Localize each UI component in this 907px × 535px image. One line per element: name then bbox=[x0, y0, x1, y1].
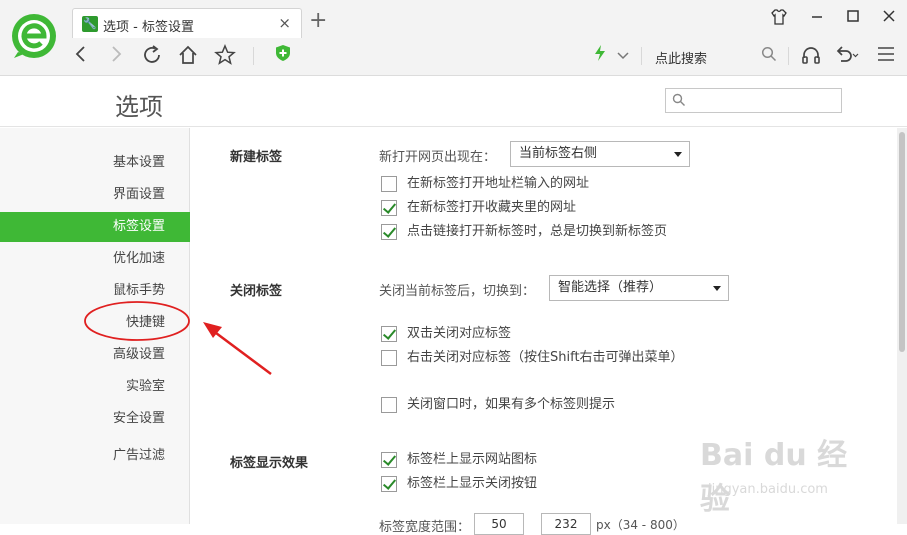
tab-title: 选项 - 标签设置 bbox=[103, 20, 194, 35]
options-search-input[interactable] bbox=[665, 88, 842, 113]
sidebar-item-interface[interactable]: 界面设置 bbox=[0, 180, 190, 210]
checkbox-label: 关闭窗口时，如果有多个标签则提示 bbox=[407, 397, 616, 412]
sidebar: 基本设置 界面设置 标签设置 优化加速 鼠标手势 快捷键 高级设置 实验室 安全… bbox=[0, 128, 190, 524]
dropdown-arrow-icon bbox=[713, 286, 721, 291]
sidebar-item-mouse-gesture[interactable]: 鼠标手势 bbox=[0, 276, 190, 306]
checkbox-label: 双击关闭对应标签 bbox=[407, 326, 512, 341]
open-position-value: 当前标签右侧 bbox=[519, 146, 598, 161]
tab-wrench-icon: 🔧 bbox=[82, 16, 98, 32]
section-title-close-tab: 关闭标签 bbox=[230, 284, 283, 299]
lightning-icon[interactable] bbox=[588, 44, 612, 68]
sidebar-item-advanced[interactable]: 高级设置 bbox=[0, 340, 190, 370]
section-title-new-tab: 新建标签 bbox=[230, 150, 283, 165]
sidebar-item-shortcuts[interactable]: 快捷键 bbox=[0, 308, 190, 338]
checkbox-label: 在新标签打开地址栏输入的网址 bbox=[407, 176, 590, 191]
checkbox-label: 标签栏上显示关闭按钮 bbox=[407, 476, 538, 491]
forward-icon[interactable] bbox=[104, 44, 128, 68]
shirt-skin-icon[interactable] bbox=[769, 8, 789, 28]
search-icon[interactable] bbox=[757, 44, 781, 68]
sidebar-item-basic[interactable]: 基本设置 bbox=[0, 148, 190, 178]
watermark-url: jingyan.baidu.com bbox=[708, 482, 828, 497]
sidebar-item-label: 实验室 bbox=[125, 379, 165, 394]
tab-width-max-input[interactable]: 232 bbox=[541, 513, 591, 535]
open-position-label: 新打开网页出现在： bbox=[379, 150, 497, 165]
sidebar-item-label: 基本设置 bbox=[112, 155, 165, 170]
switch-after-close-select[interactable]: 智能选择（推荐） bbox=[549, 275, 729, 301]
tab-close-button[interactable]: × bbox=[278, 14, 291, 32]
star-icon[interactable] bbox=[213, 44, 237, 68]
back-icon[interactable] bbox=[69, 44, 93, 68]
toolbar-separator bbox=[253, 47, 254, 65]
toolbar-separator bbox=[788, 47, 789, 65]
sidebar-item-security[interactable]: 安全设置 bbox=[0, 404, 190, 434]
menu-icon[interactable] bbox=[874, 44, 898, 68]
sidebar-item-label: 高级设置 bbox=[112, 347, 165, 362]
checkbox[interactable] bbox=[381, 326, 397, 342]
headphones-icon[interactable] bbox=[799, 44, 823, 68]
sidebar-item-label: 优化加速 bbox=[112, 251, 165, 266]
logo-e-icon[interactable] bbox=[10, 12, 58, 60]
shield-plus-icon[interactable] bbox=[271, 44, 295, 68]
sidebar-item-tabs[interactable]: 标签设置 bbox=[0, 212, 190, 242]
toolbar-separator bbox=[641, 47, 642, 65]
refresh-icon[interactable] bbox=[140, 44, 164, 68]
browser-tab[interactable]: 🔧 选项 - 标签设置 × bbox=[72, 8, 302, 38]
annotation-arrow-line bbox=[211, 328, 272, 376]
checkbox-label: 在新标签打开收藏夹里的网址 bbox=[407, 200, 577, 215]
options-header: 选项 bbox=[0, 77, 907, 127]
sidebar-item-optimize[interactable]: 优化加速 bbox=[0, 244, 190, 274]
checkbox[interactable] bbox=[381, 176, 397, 192]
sidebar-item-label: 标签设置 bbox=[112, 219, 165, 234]
open-position-select[interactable]: 当前标签右侧 bbox=[510, 141, 690, 167]
sidebar-item-label: 广告过滤 bbox=[112, 448, 165, 463]
chevron-down-icon[interactable] bbox=[611, 44, 635, 68]
search-box-placeholder[interactable]: 点此搜索 bbox=[655, 48, 707, 67]
sidebar-item-label: 鼠标手势 bbox=[112, 283, 165, 298]
page-title: 选项 bbox=[115, 93, 163, 121]
tab-width-min-input[interactable]: 50 bbox=[474, 513, 524, 535]
new-tab-button[interactable]: + bbox=[309, 9, 327, 33]
checkbox[interactable] bbox=[381, 452, 397, 468]
content-scrollbar[interactable] bbox=[897, 128, 907, 524]
annotation-arrow-head bbox=[203, 322, 222, 338]
checkbox[interactable] bbox=[381, 397, 397, 413]
switch-after-close-label: 关闭当前标签后，切换到： bbox=[379, 284, 536, 299]
scrollbar-thumb[interactable] bbox=[899, 132, 905, 352]
dropdown-arrow-icon bbox=[674, 152, 682, 157]
checkbox[interactable] bbox=[381, 476, 397, 492]
close-icon[interactable] bbox=[879, 8, 899, 28]
minimize-icon[interactable] bbox=[807, 8, 827, 28]
maximize-icon[interactable] bbox=[843, 8, 863, 28]
undo-icon[interactable] bbox=[833, 44, 859, 68]
checkbox[interactable] bbox=[381, 350, 397, 366]
sidebar-item-lab[interactable]: 实验室 bbox=[0, 372, 190, 402]
section-title-display: 标签显示效果 bbox=[230, 456, 309, 471]
home-icon[interactable] bbox=[176, 44, 200, 68]
checkbox-label: 点击链接打开新标签时，总是切换到新标签页 bbox=[407, 224, 668, 239]
checkbox-label: 右击关闭对应标签（按住Shift右击可弹出菜单） bbox=[407, 350, 684, 365]
tab-width-label: 标签宽度范围： bbox=[379, 520, 471, 535]
sidebar-item-label: 安全设置 bbox=[112, 411, 165, 426]
watermark-brand: Bai du 经验 bbox=[700, 438, 848, 517]
sidebar-item-adblock[interactable]: 广告过滤 bbox=[0, 441, 190, 471]
checkbox[interactable] bbox=[381, 224, 397, 240]
browser-chrome: 🔧 选项 - 标签设置 × + 点此搜索 bbox=[0, 0, 907, 76]
tab-width-hint: px（34 - 800） bbox=[596, 518, 685, 532]
search-icon bbox=[672, 93, 685, 106]
sidebar-item-label: 快捷键 bbox=[125, 315, 165, 330]
switch-after-close-value: 智能选择（推荐） bbox=[558, 280, 663, 295]
checkbox-label: 标签栏上显示网站图标 bbox=[407, 452, 538, 467]
baidu-watermark: Bai du 经验 jingyan.baidu.com bbox=[700, 430, 870, 517]
sidebar-item-label: 界面设置 bbox=[112, 187, 165, 202]
checkbox[interactable] bbox=[381, 200, 397, 216]
